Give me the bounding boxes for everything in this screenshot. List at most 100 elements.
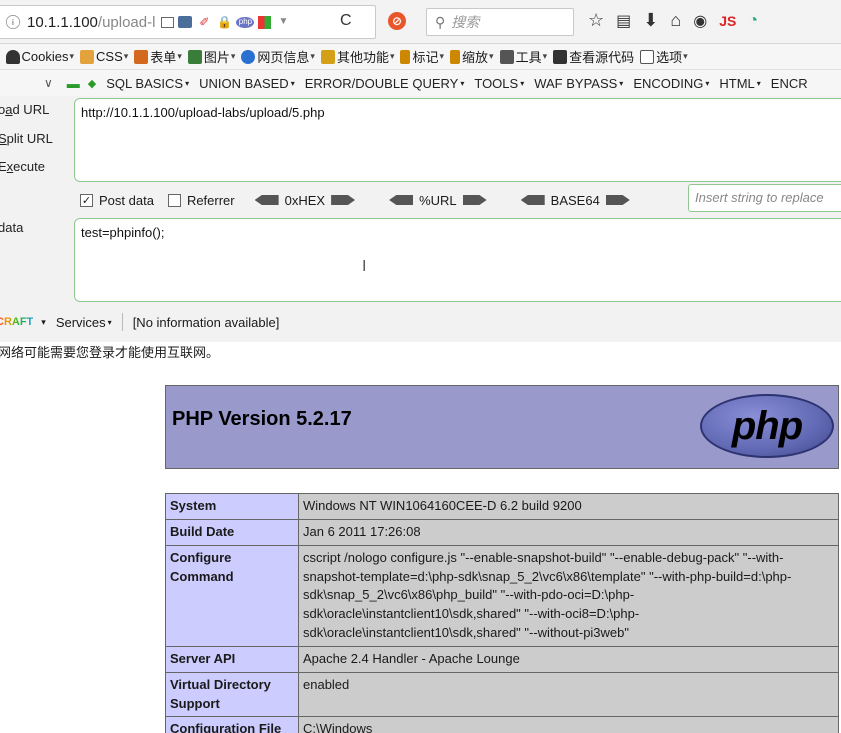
replace-string-input[interactable]: Insert string to replace bbox=[688, 184, 841, 212]
block-icon[interactable]: ⊘ bbox=[388, 12, 406, 30]
reader-icon[interactable] bbox=[161, 16, 175, 28]
star-icon[interactable]: ☆ bbox=[588, 10, 604, 31]
menu-encoding[interactable]: ENCODING ▾ bbox=[633, 76, 709, 91]
arrow-right-icon[interactable] bbox=[605, 195, 630, 205]
addon-icon[interactable]: ◉ bbox=[693, 11, 707, 31]
navigation-toolbar: i 10.1.1.100/upload-l ✐ 🔒 php ▼ C ⊘ ⚲ 搜索… bbox=[0, 0, 841, 44]
info-key: Configuration File bbox=[165, 716, 299, 733]
chevron-down-icon: ▾ bbox=[683, 51, 688, 61]
craft-dropdown[interactable]: ▾ bbox=[41, 317, 46, 328]
bookmark-item-tools[interactable]: 工具 ▾ bbox=[499, 47, 547, 66]
chevron-down-icon: ▾ bbox=[310, 51, 315, 61]
form-icon bbox=[134, 49, 149, 64]
image-icon bbox=[187, 49, 202, 64]
post-data-checkbox[interactable]: ✓ Post data bbox=[80, 193, 154, 208]
bookmark-item-form[interactable]: 表单 ▾ bbox=[134, 47, 182, 66]
bookmark-item-outline[interactable]: 标记 ▾ bbox=[400, 47, 444, 66]
menu-tools[interactable]: TOOLS ▾ bbox=[474, 76, 524, 91]
info-icon[interactable]: i bbox=[6, 15, 20, 29]
search-input[interactable]: ⚲ 搜索 bbox=[426, 8, 574, 36]
arrow-left-icon[interactable] bbox=[254, 195, 279, 205]
search-placeholder: 搜索 bbox=[451, 14, 480, 30]
tools-icon bbox=[499, 49, 514, 64]
reload-icon[interactable]: C bbox=[340, 12, 352, 30]
chevron-down-icon: ▾ bbox=[69, 51, 75, 61]
js-toggle-icon[interactable]: JS bbox=[719, 13, 736, 29]
php-icon[interactable]: php bbox=[236, 16, 255, 28]
lock-icon[interactable]: 🔒 bbox=[216, 14, 232, 30]
menu-waf-bypass[interactable]: WAF BYPASS ▾ bbox=[534, 76, 623, 91]
split-url-button[interactable]: Split URL bbox=[0, 131, 53, 146]
menu-error-double-query[interactable]: ERROR/DOUBLE QUERY ▾ bbox=[305, 76, 465, 91]
windows-icon[interactable] bbox=[258, 15, 272, 29]
menu-sql-basics[interactable]: SQL BASICS ▾ bbox=[106, 76, 189, 91]
minus-icon[interactable]: ▬ bbox=[67, 76, 80, 91]
bookmark-item-images[interactable]: 图片 ▾ bbox=[187, 47, 235, 66]
checkbox-unchecked-icon[interactable] bbox=[167, 193, 181, 207]
download-icon[interactable]: ⬇ bbox=[643, 10, 658, 31]
post-data-textarea[interactable]: test=phpinfo(); bbox=[74, 218, 841, 302]
screenshot-icon[interactable] bbox=[178, 16, 193, 28]
chevron-down-icon: ▾ bbox=[185, 78, 190, 88]
status-bar: CRAFT ▾ Services▾ [No information availa… bbox=[0, 308, 841, 336]
chevron-down-icon: ▾ bbox=[177, 51, 182, 61]
chevron-down-icon: ▾ bbox=[460, 78, 465, 88]
bookmark-item-options[interactable]: 选项 ▾ bbox=[640, 47, 688, 66]
checkbox-checked-icon[interactable]: ✓ bbox=[80, 193, 93, 207]
chevron-down-icon: ▾ bbox=[439, 51, 445, 61]
bookmark-item-cookies[interactable]: Cookies ▾ bbox=[5, 49, 75, 64]
home-icon[interactable]: ⌂ bbox=[670, 10, 681, 31]
info-key: Configure Command bbox=[165, 544, 299, 647]
menu-html[interactable]: HTML ▾ bbox=[719, 76, 760, 91]
table-row: Build Date Jan 6 2011 17:26:08 bbox=[165, 518, 839, 546]
bookmark-item-resize[interactable]: 缩放 ▾ bbox=[450, 47, 494, 66]
info-key: System bbox=[165, 493, 299, 520]
chevron-down-icon: ▾ bbox=[705, 78, 710, 88]
bookmark-item-view-source[interactable]: 查看源代码 bbox=[553, 47, 634, 66]
url-text[interactable]: 10.1.1.100/upload-l bbox=[27, 14, 155, 31]
chevron-down-icon: ▾ bbox=[107, 317, 112, 327]
chevron-down-icon: ▾ bbox=[290, 78, 295, 88]
network-login-notice: 网络可能需要您登录才能使用互联网。 bbox=[0, 342, 841, 368]
status-info-text: [No information available] bbox=[132, 314, 280, 330]
table-row: Virtual Directory Support enabled bbox=[165, 671, 839, 718]
info-key: Server API bbox=[165, 645, 299, 673]
arrow-left-icon[interactable] bbox=[389, 195, 414, 205]
arrow-right-icon[interactable] bbox=[331, 195, 356, 205]
bookmark-item-css[interactable]: CSS ▾ bbox=[80, 49, 128, 64]
chevron-down-icon: ▾ bbox=[619, 78, 624, 88]
arrow-left-icon[interactable] bbox=[520, 195, 545, 205]
reading-list-icon[interactable]: ▤ bbox=[616, 11, 631, 31]
options-row: ✓ Post data Referrer 0xHEX %URL BASE64 bbox=[80, 190, 658, 210]
bookmark-item-page-info[interactable]: 网页信息 ▾ bbox=[241, 47, 315, 66]
divider bbox=[121, 313, 123, 331]
pencil-icon bbox=[80, 49, 95, 64]
pen-icon[interactable]: ✐ bbox=[196, 14, 212, 30]
php-version-header: PHP Version 5.2.17 php bbox=[165, 385, 839, 469]
bookmark-item-misc[interactable]: 其他功能 ▾ bbox=[320, 47, 394, 66]
arrow-right-icon[interactable] bbox=[462, 195, 487, 205]
execute-button[interactable]: Execute bbox=[0, 159, 45, 174]
url-textarea[interactable]: http://10.1.1.100/upload-labs/upload/5.p… bbox=[74, 98, 841, 182]
hackbar-panel: oad URL Split URL Execute http://10.1.1.… bbox=[0, 96, 841, 342]
referrer-checkbox[interactable]: Referrer bbox=[167, 193, 235, 208]
search-icon: ⚲ bbox=[435, 13, 446, 30]
load-url-button[interactable]: oad URL bbox=[0, 102, 49, 117]
extension-icon[interactable]: ◔ bbox=[748, 12, 758, 30]
chevron-down-icon[interactable]: ∨ bbox=[44, 76, 53, 90]
base64-encoder: BASE64 bbox=[515, 193, 636, 208]
url-bar[interactable]: i 10.1.1.100/upload-l ✐ 🔒 php ▼ bbox=[0, 5, 376, 39]
info-value: enabled bbox=[298, 671, 839, 718]
dropdown-icon[interactable]: ▼ bbox=[275, 14, 291, 30]
info-key: Virtual Directory Support bbox=[165, 671, 299, 718]
plus-icon[interactable]: ◆ bbox=[88, 77, 96, 90]
php-logo: php bbox=[700, 394, 834, 458]
options-icon bbox=[640, 49, 655, 64]
menu-union-based[interactable]: UNION BASED ▾ bbox=[199, 76, 295, 91]
menu-encryption[interactable]: ENCR bbox=[771, 76, 808, 91]
url-bar-icons: ✐ 🔒 php ▼ bbox=[161, 14, 291, 30]
post-data-label: data bbox=[0, 220, 24, 235]
craft-logo: CRAFT bbox=[0, 316, 33, 328]
services-menu[interactable]: Services ▾ bbox=[56, 315, 112, 330]
text-cursor-icon: I bbox=[362, 258, 367, 275]
